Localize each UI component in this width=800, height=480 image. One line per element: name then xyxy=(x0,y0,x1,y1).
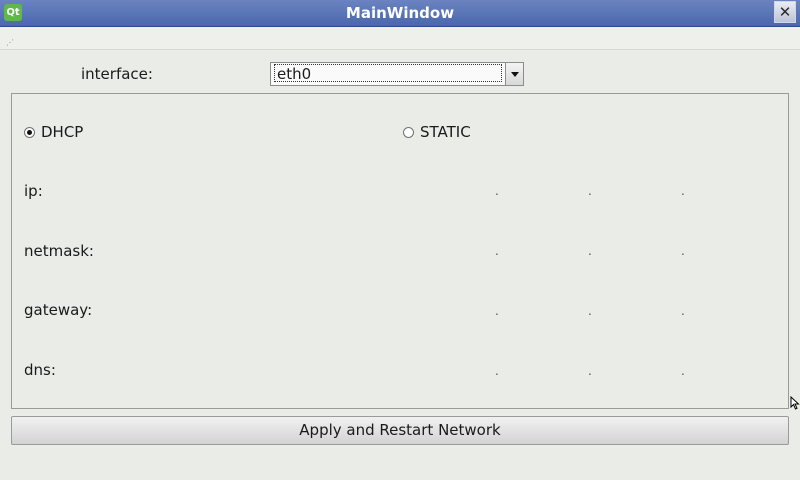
window-title: MainWindow xyxy=(345,4,455,22)
chevron-down-icon[interactable] xyxy=(505,63,523,85)
radio-unchecked-icon[interactable] xyxy=(403,126,414,138)
interface-selected-value: eth0 xyxy=(274,64,502,83)
radio-checked-icon[interactable] xyxy=(24,126,35,138)
dns-label: dns: xyxy=(24,361,56,379)
netmask-label: netmask: xyxy=(24,242,94,260)
ip-separator: . xyxy=(588,184,592,198)
menu-bar: ⋰ xyxy=(0,27,800,50)
ip-separator: . xyxy=(495,184,499,198)
ip-separator: . xyxy=(495,244,499,258)
ip-separator: . xyxy=(681,244,685,258)
ip-separator: . xyxy=(588,364,592,378)
ip-separator: . xyxy=(495,304,499,318)
apply-restart-network-button[interactable]: Apply and Restart Network xyxy=(11,416,789,445)
ip-separator: . xyxy=(588,244,592,258)
network-settings-group xyxy=(11,93,789,409)
title-bar: Qt MainWindow ✕ xyxy=(0,0,800,27)
mouse-cursor-icon xyxy=(790,396,800,410)
static-label: STATIC xyxy=(420,123,471,141)
ip-separator: . xyxy=(588,304,592,318)
ip-separator: . xyxy=(681,364,685,378)
close-button[interactable]: ✕ xyxy=(774,1,796,23)
ip-label: ip: xyxy=(24,182,43,200)
interface-combobox[interactable]: eth0 xyxy=(270,62,524,86)
toolbar-grip-icon[interactable]: ⋰ xyxy=(6,39,14,47)
ip-separator: . xyxy=(495,364,499,378)
dhcp-label: DHCP xyxy=(41,123,84,141)
dhcp-radio[interactable]: DHCP xyxy=(24,123,83,141)
static-radio[interactable]: STATIC xyxy=(403,123,471,141)
interface-label: interface: xyxy=(81,65,153,83)
ip-separator: . xyxy=(681,304,685,318)
ip-separator: . xyxy=(681,184,685,198)
gateway-label: gateway: xyxy=(24,301,93,319)
